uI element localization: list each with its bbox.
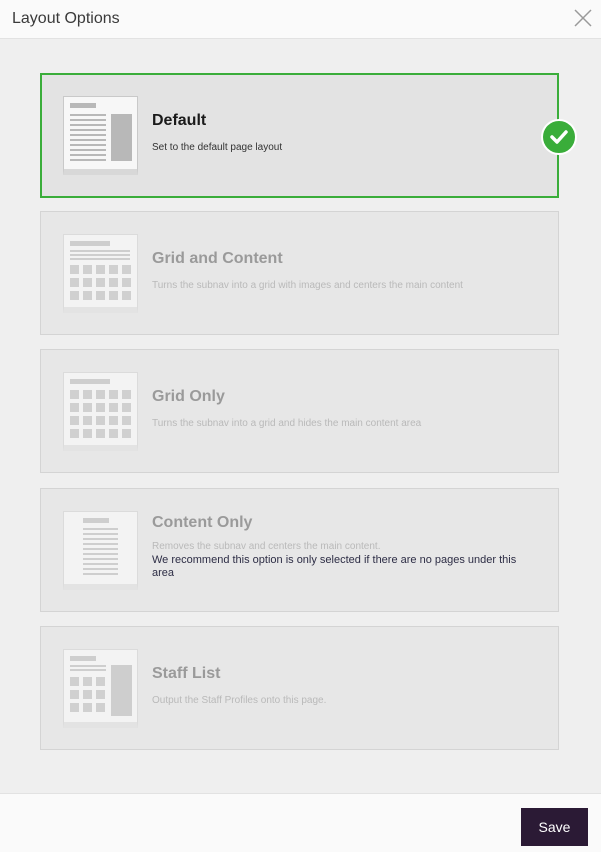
layout-option-grid-only[interactable]: Grid Only Turns the subnav into a grid a… — [40, 349, 559, 473]
option-title: Grid Only — [152, 388, 225, 405]
option-title: Default — [152, 112, 207, 129]
layout-option-default[interactable]: Default Set to the default page layout — [40, 73, 577, 198]
option-description: Turns the subnav into a grid and hides t… — [152, 418, 422, 429]
staff-list-thumbnail — [63, 649, 138, 728]
option-recommendation-note: We recommend this option is only selecte… — [152, 554, 517, 579]
check-icon — [550, 130, 568, 144]
default-layout-thumbnail — [63, 96, 138, 175]
layout-option-staff-list[interactable]: Staff List Output the Staff Profiles ont… — [40, 626, 559, 750]
option-title: Staff List — [152, 665, 221, 682]
option-description: Removes the subnav and centers the main … — [152, 541, 381, 552]
dialog-footer: Save — [0, 793, 601, 852]
option-title: Content Only — [152, 514, 253, 531]
layout-option-content-only[interactable]: Content Only Removes the subnav and cent… — [40, 488, 559, 612]
close-button[interactable] — [572, 7, 594, 29]
grid-only-thumbnail — [63, 372, 138, 451]
save-button[interactable]: Save — [521, 808, 588, 846]
dialog-title: Layout Options — [12, 10, 120, 27]
option-description: Set to the default page layout — [152, 142, 283, 153]
content-only-thumbnail — [63, 511, 138, 590]
option-description: Turns the subnav into a grid with images… — [152, 280, 463, 291]
selected-checkmark — [541, 119, 577, 155]
grid-and-content-thumbnail — [63, 234, 138, 313]
close-icon — [574, 9, 592, 27]
option-description: Output the Staff Profiles onto this page… — [152, 695, 327, 706]
option-title: Grid and Content — [152, 250, 283, 267]
layout-option-grid-and-content[interactable]: Grid and Content Turns the subnav into a… — [40, 211, 559, 335]
dialog-header: Layout Options — [0, 0, 601, 39]
